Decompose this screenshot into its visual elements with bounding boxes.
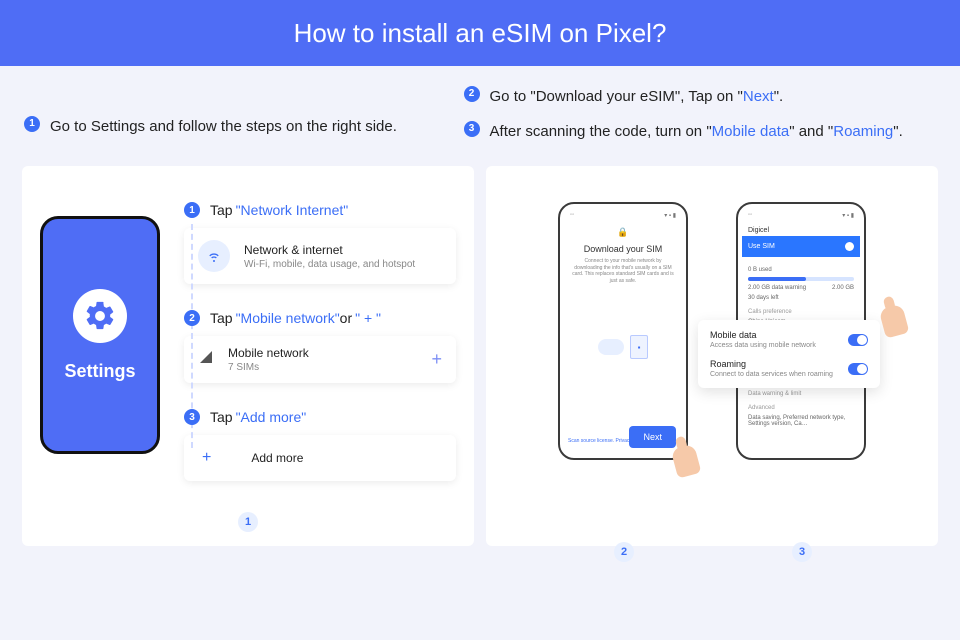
hero-title: How to install an eSIM on Pixel? <box>294 18 667 49</box>
card-add-more[interactable]: + Add more <box>184 435 456 481</box>
instr3-hl2: Roaming <box>833 123 893 140</box>
instr3-mid: " and " <box>789 123 833 140</box>
panel-settings-steps: Settings 1 Tap "Network Internet" Networ… <box>22 166 474 546</box>
data-warning: 2.00 GB data warning <box>748 285 806 291</box>
instr2-post: ". <box>774 88 784 105</box>
phone-download-col: ◦◦▾ ▪ ▮ 🔒 Download your SIM Connect to y… <box>558 202 688 528</box>
hero-banner: How to install an eSIM on Pixel? <box>0 0 960 66</box>
substep-2-mid: or <box>340 310 352 326</box>
status-bar: ◦◦▾ ▪ ▮ <box>744 212 858 219</box>
mobile-data-sub: Access data using mobile network <box>710 342 816 349</box>
instruction-right: 2 Go to "Download your eSIM", Tap on "Ne… <box>464 86 936 156</box>
step-badge-3: 3 <box>464 121 480 137</box>
wifi-icon <box>198 240 230 272</box>
roaming-row[interactable]: Roaming Connect to data services when ro… <box>710 359 868 378</box>
substep-badge-1: 1 <box>184 202 200 218</box>
plus-icon: + <box>202 449 211 467</box>
phone-roaming: ◦◦▾ ▪ ▮ Digicel Use SIM 0 B used 2.00 GB… <box>736 202 866 460</box>
instructions-row: 1 Go to Settings and follow the steps on… <box>0 66 960 166</box>
hand-pointer-icon <box>879 303 910 338</box>
steps-column: 1 Tap "Network Internet" Network & inter… <box>184 202 456 528</box>
instr2-pre: Go to "Download your eSIM", Tap on " <box>490 88 743 105</box>
data-used: 0 B used <box>748 267 772 273</box>
calls-pref[interactable]: Calls preference <box>748 309 854 315</box>
panel-badge-2: 2 <box>614 542 634 562</box>
panel-badge-1: 1 <box>238 512 258 532</box>
substep-badge-2: 2 <box>184 310 200 326</box>
step-badge-1: 1 <box>24 116 40 132</box>
panel-badge-3: 3 <box>792 542 812 562</box>
advanced[interactable]: Advanced <box>748 405 854 411</box>
card-ni-title: Network & internet <box>244 243 415 257</box>
step-3: 3 Tap "Add more" + Add more <box>184 409 456 481</box>
card-add-title: Add more <box>251 451 303 465</box>
card-ni-sub: Wi-Fi, mobile, data usage, and hotspot <box>244 259 415 270</box>
instr3-hl1: Mobile data <box>712 123 790 140</box>
next-button[interactable]: Next <box>629 426 676 448</box>
carrier-label: Digicel <box>748 227 854 234</box>
step-badge-2: 2 <box>464 86 480 102</box>
lock-icon: 🔒 <box>566 227 680 238</box>
instr3-post: ". <box>893 123 903 140</box>
step-2: 2 Tap "Mobile network" or " + " Mobile n… <box>184 310 456 383</box>
gear-icon <box>73 289 127 343</box>
download-desc: Connect to your mobile network by downlo… <box>566 258 680 284</box>
phone-settings: Settings <box>40 216 160 454</box>
roaming-title: Roaming <box>710 359 833 369</box>
panels-row: Settings 1 Tap "Network Internet" Networ… <box>0 166 960 568</box>
download-graphic: ▪ <box>588 324 658 370</box>
phone-settings-label: Settings <box>64 361 135 382</box>
card-mn-sub: 7 SIMs <box>228 362 309 373</box>
panel-download-roaming: ◦◦▾ ▪ ▮ 🔒 Download your SIM Connect to y… <box>486 166 938 546</box>
hand-pointer-icon <box>671 443 702 478</box>
instr2-highlight: Next <box>743 88 774 105</box>
substep-3-hl: "Add more" <box>236 409 307 425</box>
cloud-icon <box>598 339 624 355</box>
instr3-pre: After scanning the code, turn on " <box>490 123 712 140</box>
signal-icon <box>198 349 214 370</box>
use-sim-toggle[interactable] <box>845 242 854 251</box>
phone-roaming-col: ◦◦▾ ▪ ▮ Digicel Use SIM 0 B used 2.00 GB… <box>736 202 866 528</box>
roaming-sub: Connect to data services when roaming <box>710 371 833 378</box>
substep-2-lead: Tap <box>210 310 233 326</box>
data-gauge <box>748 277 854 281</box>
mobile-data-toggle[interactable] <box>848 334 868 346</box>
instruction-2-text: Go to "Download your eSIM", Tap on "Next… <box>490 86 784 107</box>
step-1: 1 Tap "Network Internet" Network & inter… <box>184 202 456 284</box>
mobile-data-row[interactable]: Mobile data Access data using mobile net… <box>710 330 868 349</box>
phone-download: ◦◦▾ ▪ ▮ 🔒 Download your SIM Connect to y… <box>558 202 688 460</box>
data-warning-limit[interactable]: Data warning & limit <box>748 391 854 397</box>
data-limit: 2.00 GB <box>832 285 854 291</box>
use-sim-label: Use SIM <box>748 243 775 250</box>
card-mobile-network[interactable]: Mobile network 7 SIMs + <box>184 336 456 383</box>
substep-1-hl: "Network Internet" <box>236 202 349 218</box>
instruction-3-text: After scanning the code, turn on "Mobile… <box>490 121 903 142</box>
use-sim-row[interactable]: Use SIM <box>742 236 860 257</box>
roaming-toggle[interactable] <box>848 363 868 375</box>
plus-icon[interactable]: + <box>431 349 442 370</box>
card-mn-title: Mobile network <box>228 346 309 360</box>
substep-3-lead: Tap <box>210 409 233 425</box>
mobile-data-overlay: Mobile data Access data using mobile net… <box>698 320 880 388</box>
substep-badge-3: 3 <box>184 409 200 425</box>
instruction-1-text: Go to Settings and follow the steps on t… <box>50 116 397 137</box>
substep-1-lead: Tap <box>210 202 233 218</box>
substep-2-hl: "Mobile network" <box>236 310 340 326</box>
sim-card-icon: ▪ <box>630 335 648 359</box>
mobile-data-title: Mobile data <box>710 330 816 340</box>
download-title: Download your SIM <box>566 244 680 254</box>
status-bar: ◦◦▾ ▪ ▮ <box>566 212 680 219</box>
card-network-internet[interactable]: Network & internet Wi-Fi, mobile, data u… <box>184 228 456 284</box>
advanced-sub: Data saving, Preferred network type, Set… <box>748 415 854 427</box>
days-left: 30 days left <box>748 295 779 301</box>
substep-2-hl2: " + " <box>355 310 381 326</box>
instruction-left: 1 Go to Settings and follow the steps on… <box>24 86 444 156</box>
